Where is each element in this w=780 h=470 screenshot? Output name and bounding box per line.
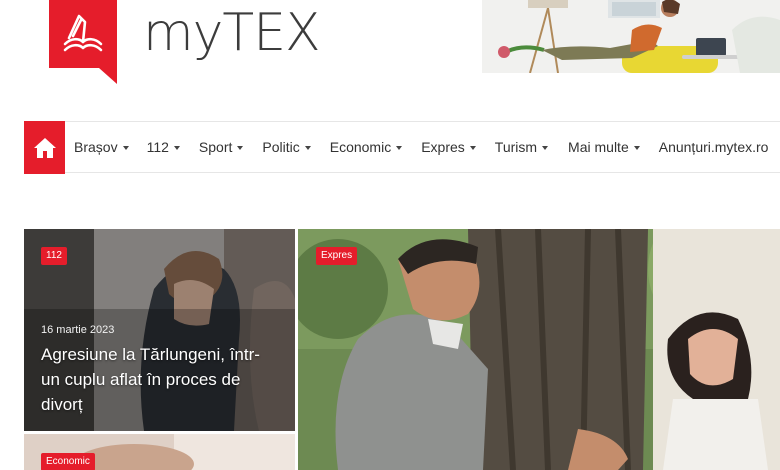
nav-item-label: Turism [494, 139, 538, 155]
article-date: 16 martie 2023 [41, 324, 115, 336]
logo-wordmark: myTEX [143, 3, 321, 63]
caret-down-icon [173, 145, 180, 150]
nav-item-expres[interactable]: Expres [410, 122, 484, 172]
nav-item-mai-multe[interactable]: Mai multe [556, 122, 648, 172]
featured-article-card-large[interactable]: Expres [298, 229, 780, 470]
main-navigation: Brașov 112 Sport Politic Economic Expres… [24, 121, 780, 174]
article-image [298, 229, 780, 470]
nav-item-economic[interactable]: Economic [319, 122, 410, 172]
home-icon [33, 137, 56, 158]
nav-item-sport[interactable]: Sport [188, 122, 251, 172]
nav-item-politic[interactable]: Politic [251, 122, 318, 172]
nav-item-anunturi[interactable]: Anunțuri.mytex.ro [648, 122, 777, 172]
nav-item-label: 112 [146, 139, 169, 155]
featured-article-card[interactable]: 112 16 martie 2023 Agresiune la Tărlunge… [24, 229, 295, 431]
nav-item-label: Mai multe [568, 139, 629, 155]
nav-item-label: Expres [421, 139, 465, 155]
caret-down-icon [542, 145, 549, 150]
category-badge[interactable]: Economic [41, 453, 95, 470]
nav-item-label: Brașov [74, 139, 118, 155]
nav-item-label: Sport [198, 139, 233, 155]
caret-down-icon [469, 145, 476, 150]
home-button[interactable] [24, 121, 65, 174]
featured-article-card[interactable]: Economic [24, 434, 295, 470]
caret-down-icon [304, 145, 311, 150]
banner-illustration [482, 0, 780, 73]
article-title[interactable]: Agresiune la Tărlungeni, într-un cuplu a… [41, 342, 276, 417]
caret-down-icon [122, 145, 129, 150]
logo-book-icon [49, 0, 117, 84]
nav-item-112[interactable]: 112 [137, 122, 188, 172]
nav-item-label: Economic [329, 139, 392, 155]
caret-down-icon [633, 145, 640, 150]
nav-item-brasov[interactable]: Brașov [65, 122, 137, 172]
category-badge[interactable]: 112 [41, 247, 67, 265]
caret-down-icon [396, 145, 403, 150]
nav-menu: Brașov 112 Sport Politic Economic Expres… [65, 122, 776, 172]
nav-item-label: Anunțuri.mytex.ro [658, 139, 769, 155]
header-ad-banner[interactable] [482, 0, 780, 73]
nav-item-turism[interactable]: Turism [484, 122, 556, 172]
category-badge[interactable]: Expres [316, 247, 358, 265]
caret-down-icon [237, 145, 244, 150]
nav-item-label: Politic [262, 139, 300, 155]
